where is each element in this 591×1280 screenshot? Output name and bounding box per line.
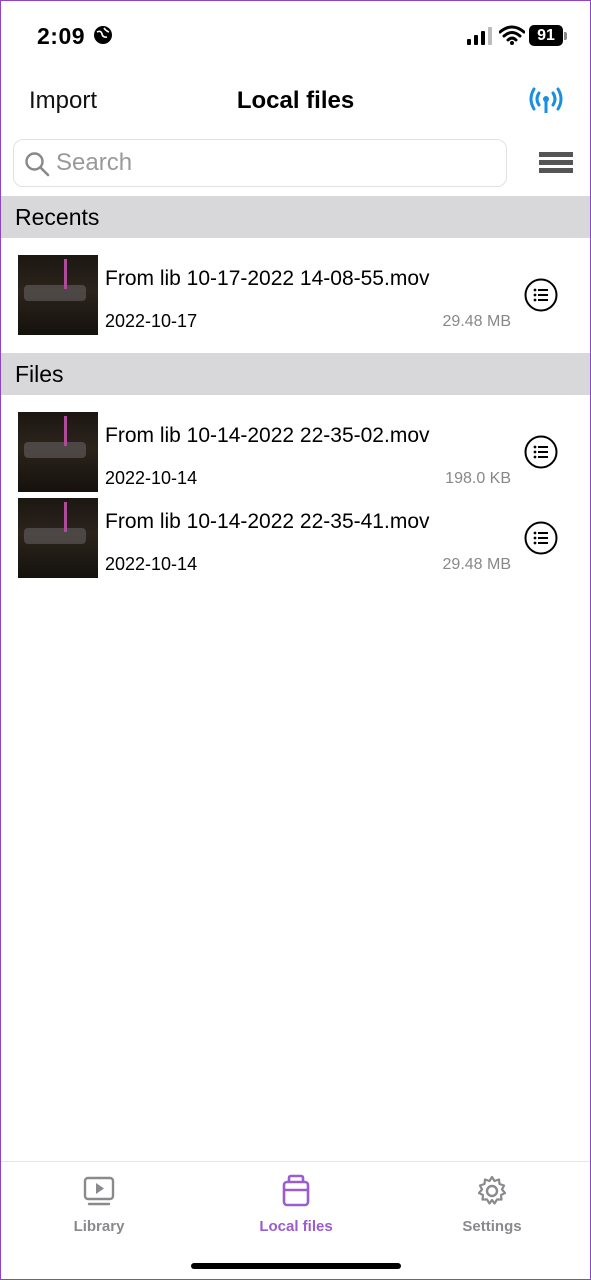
app-frame: 2:09 91 Local files Import Search Recent… bbox=[0, 0, 591, 1280]
video-thumbnail bbox=[18, 412, 98, 492]
battery-tip bbox=[564, 32, 567, 40]
list-options-icon[interactable] bbox=[524, 278, 558, 312]
import-button[interactable]: Import bbox=[29, 87, 97, 115]
cellular-signal-icon bbox=[467, 27, 492, 45]
file-date: 2022-10-14 bbox=[105, 554, 198, 574]
status-bar: 2:09 91 bbox=[1, 1, 590, 71]
library-icon bbox=[83, 1176, 115, 1206]
tab-label: Settings bbox=[462, 1218, 522, 1235]
file-row[interactable]: From lib 10-14-2022 22-35-02.mov 2022-10… bbox=[1, 412, 590, 496]
video-thumbnail bbox=[18, 498, 98, 578]
tab-label: Local files bbox=[259, 1218, 333, 1235]
section-header-files: Files bbox=[1, 353, 590, 395]
search-icon bbox=[25, 152, 50, 177]
tab-settings[interactable]: Settings bbox=[422, 1174, 562, 1235]
file-name: From lib 10-14-2022 22-35-02.mov bbox=[105, 424, 430, 447]
video-thumbnail bbox=[18, 255, 98, 335]
status-time: 2:09 bbox=[37, 23, 86, 49]
globe-icon bbox=[94, 26, 112, 44]
gear-icon bbox=[477, 1175, 507, 1205]
file-size: 29.48 MB bbox=[442, 313, 511, 330]
section-header-recents: Recents bbox=[1, 196, 590, 238]
file-name: From lib 10-14-2022 22-35-41.mov bbox=[105, 510, 430, 533]
tab-library[interactable]: Library bbox=[29, 1174, 169, 1235]
list-options-icon[interactable] bbox=[524, 435, 558, 469]
hamburger-menu-icon[interactable] bbox=[539, 152, 573, 176]
search-bar bbox=[13, 139, 507, 187]
list-options-icon[interactable] bbox=[524, 521, 558, 555]
file-row[interactable]: From lib 10-17-2022 14-08-55.mov 2022-10… bbox=[1, 255, 590, 339]
tab-label: Library bbox=[73, 1218, 125, 1235]
local-files-icon bbox=[282, 1174, 310, 1207]
wifi-icon bbox=[499, 25, 525, 45]
tab-local-files[interactable]: Local files bbox=[226, 1174, 366, 1235]
file-name: From lib 10-17-2022 14-08-55.mov bbox=[105, 267, 430, 290]
home-indicator bbox=[191, 1263, 401, 1269]
battery-indicator: 91 bbox=[529, 25, 563, 46]
file-size: 198.0 KB bbox=[445, 470, 511, 487]
file-date: 2022-10-17 bbox=[105, 311, 198, 331]
broadcast-icon[interactable] bbox=[529, 87, 563, 115]
file-date: 2022-10-14 bbox=[105, 468, 198, 488]
file-size: 29.48 MB bbox=[442, 556, 511, 573]
file-row[interactable]: From lib 10-14-2022 22-35-41.mov 2022-10… bbox=[1, 498, 590, 582]
search-input[interactable] bbox=[56, 140, 496, 186]
